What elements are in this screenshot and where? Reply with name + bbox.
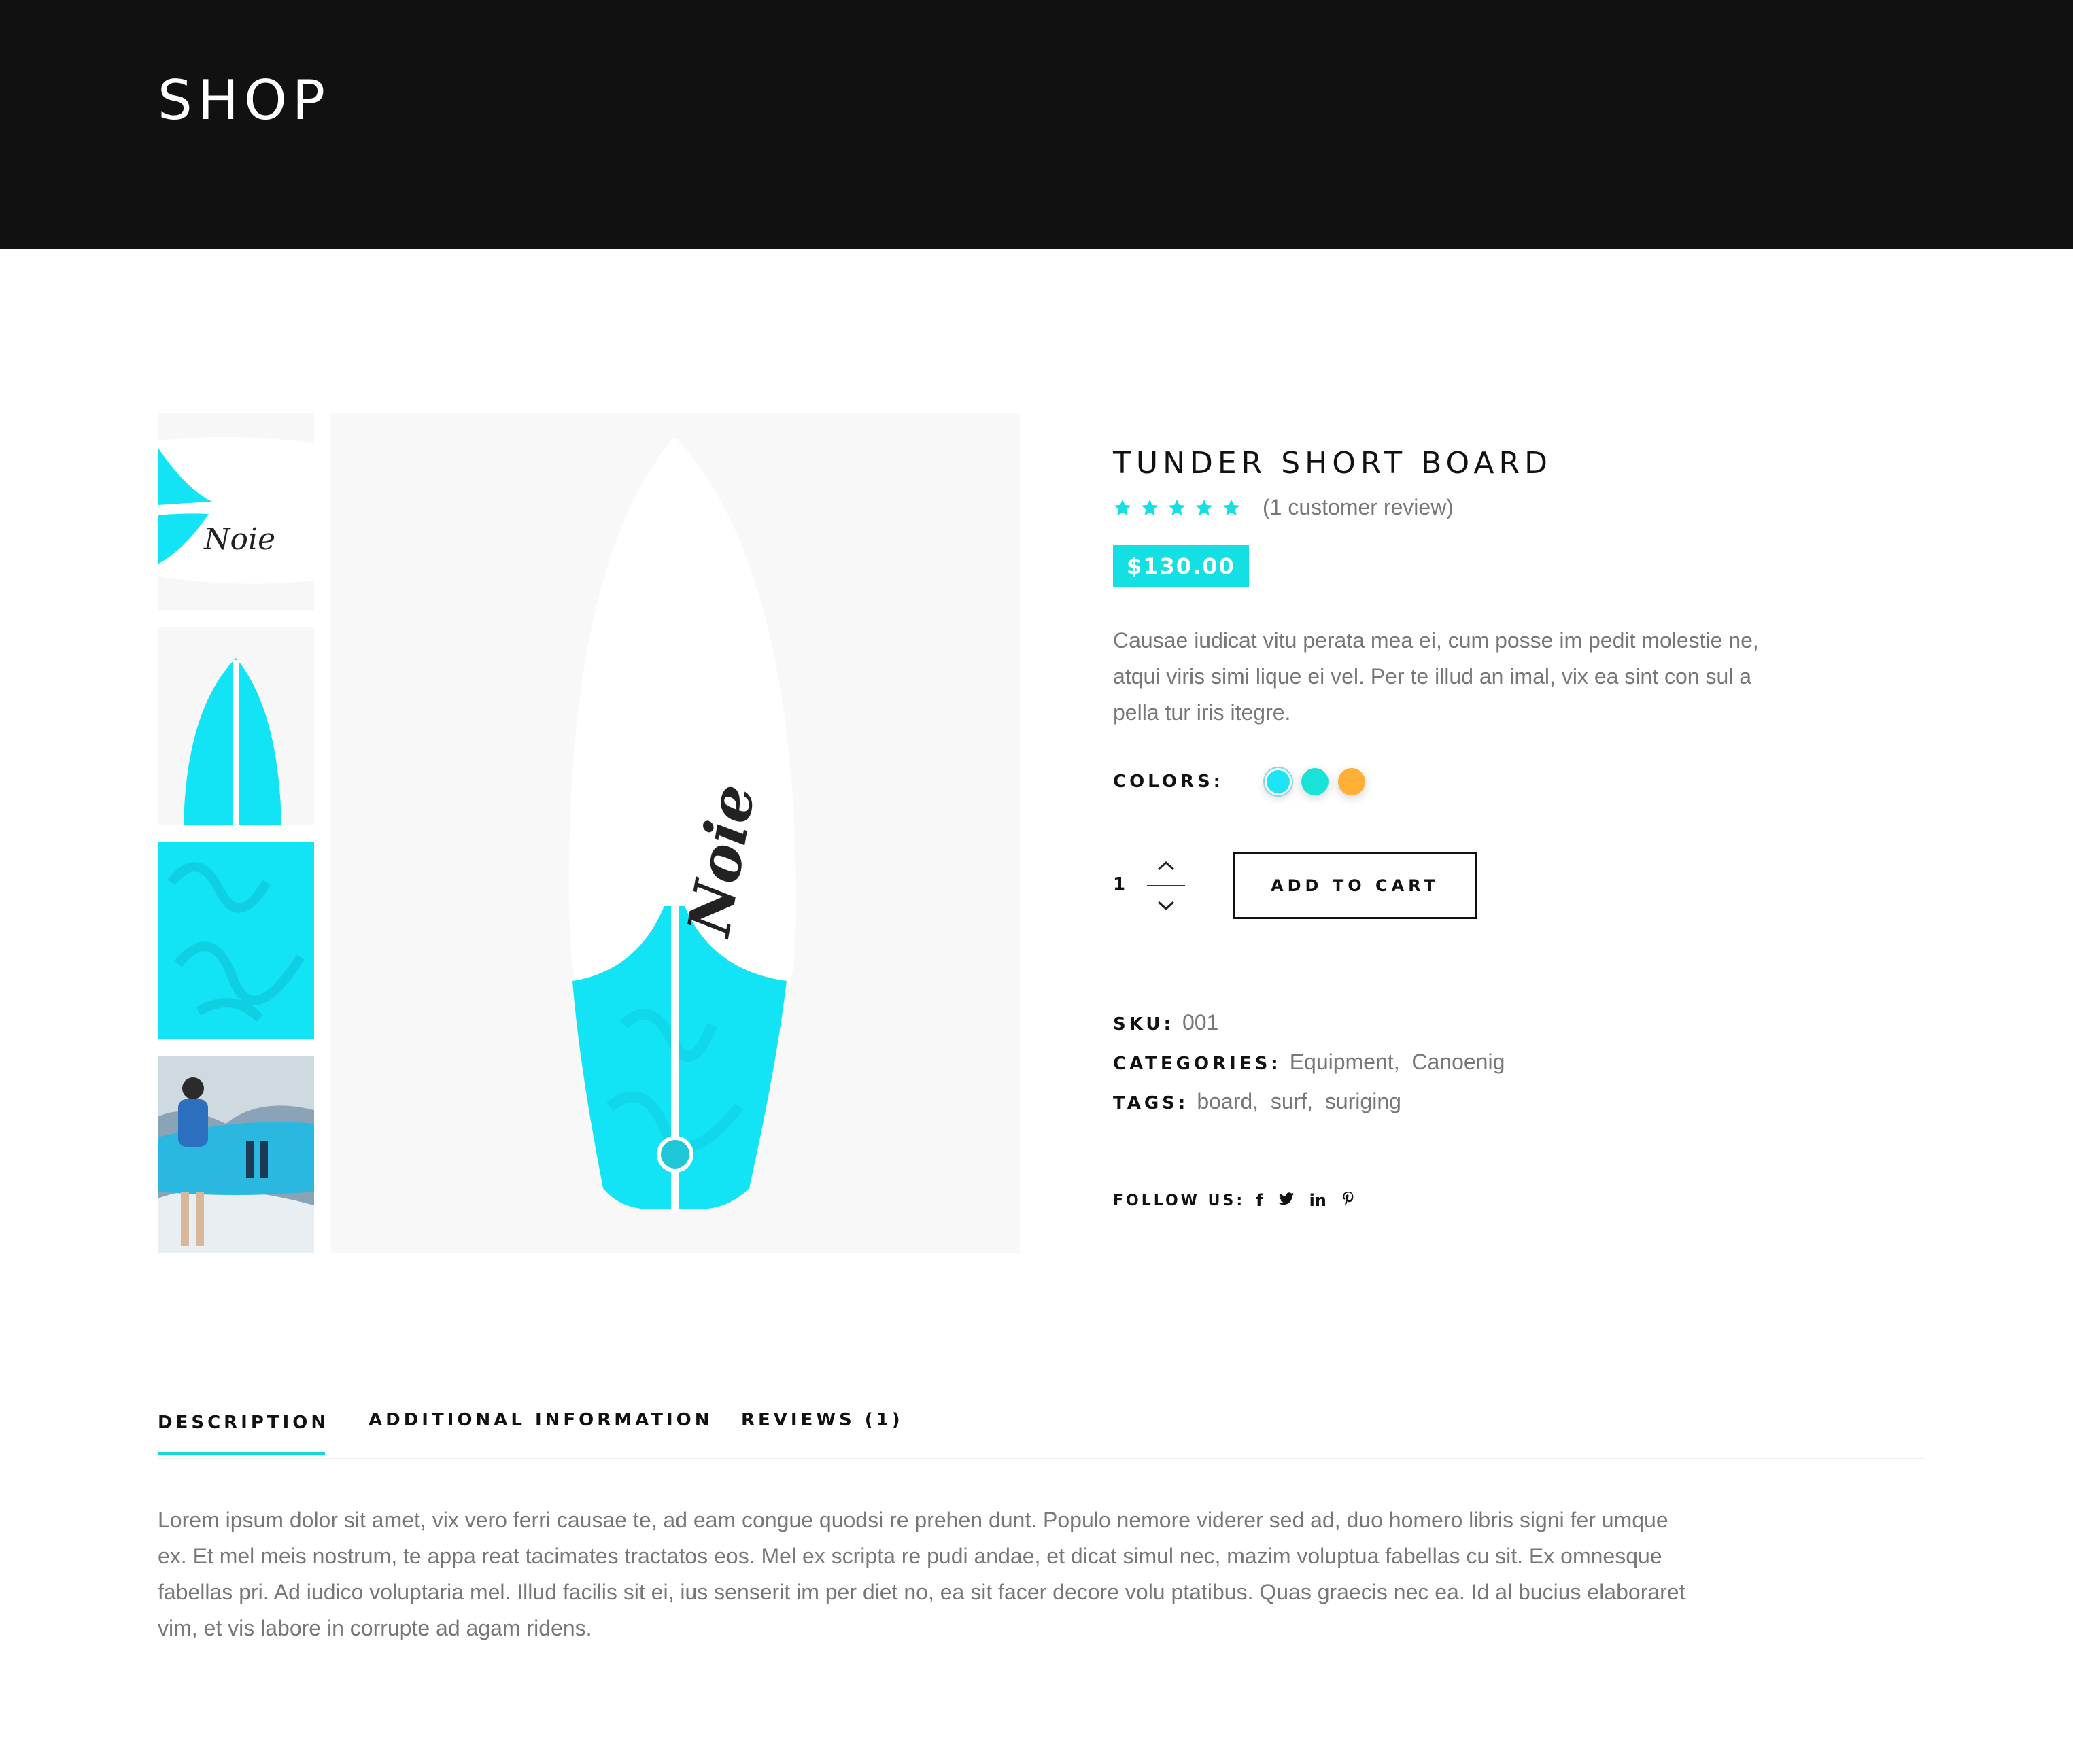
- category-separator: ,: [1393, 1050, 1412, 1074]
- board-nose-image: [158, 627, 314, 825]
- star-rating: [1113, 498, 1241, 517]
- tab-additional-information[interactable]: ADDITIONAL INFORMATION: [369, 1410, 713, 1430]
- tab-reviews[interactable]: REVIEWS (1): [741, 1410, 904, 1430]
- tab-description[interactable]: DESCRIPTION: [158, 1413, 329, 1433]
- tag-link[interactable]: suriging: [1325, 1089, 1401, 1114]
- tag-separator: ,: [1252, 1089, 1271, 1113]
- linkedin-icon[interactable]: in: [1309, 1192, 1326, 1209]
- board-tail-image: Noie: [158, 413, 314, 610]
- product-short-description: Causae iudicat vitu perata mea ei, cum p…: [1113, 628, 1759, 725]
- tags-row: TAGS: board, surf, suriging: [1113, 1089, 1505, 1128]
- star-icon: [1168, 499, 1186, 515]
- page-header: SHOP: [0, 0, 2073, 249]
- product-title: TUNDER SHORT BOARD: [1113, 446, 1552, 481]
- tag-link[interactable]: board: [1197, 1089, 1252, 1114]
- color-swatch-orange[interactable]: [1338, 768, 1366, 795]
- tag-link[interactable]: surf: [1271, 1089, 1307, 1114]
- add-to-cart-button[interactable]: ADD TO CART: [1233, 852, 1477, 919]
- pinterest-icon[interactable]: [1341, 1191, 1355, 1210]
- active-tab-indicator: [158, 1452, 325, 1455]
- thumb-board-tail-logo[interactable]: Noie: [158, 413, 314, 610]
- star-icon: [1195, 499, 1213, 515]
- color-swatches: [1263, 767, 1366, 797]
- product-price: $130.00: [1113, 545, 1249, 587]
- product-tabs: DESCRIPTION ADDITIONAL INFORMATION REVIE…: [158, 1407, 1925, 1462]
- tags-label: TAGS:: [1113, 1093, 1189, 1113]
- pattern-image: [158, 842, 314, 1039]
- thumb-pattern[interactable]: [158, 842, 314, 1039]
- thumb-board-fin[interactable]: [158, 627, 314, 825]
- star-icon: [1222, 499, 1240, 515]
- quantity-value[interactable]: 1: [1113, 874, 1125, 895]
- tabs-divider: [158, 1458, 1925, 1459]
- categories-row: CATEGORIES: Equipment, Canoenig: [1113, 1050, 1505, 1089]
- sku-value: 001: [1182, 1010, 1219, 1035]
- color-swatch-turquoise[interactable]: [1301, 768, 1329, 795]
- twitter-icon[interactable]: [1278, 1192, 1295, 1209]
- color-selector: COLORS:: [1113, 767, 1366, 797]
- color-swatch-cyan[interactable]: [1263, 767, 1294, 797]
- sku-row: SKU: 001: [1113, 1010, 1505, 1050]
- tag-separator: ,: [1307, 1089, 1325, 1113]
- category-link[interactable]: Equipment: [1290, 1050, 1394, 1075]
- quantity-increase-button[interactable]: [1147, 852, 1185, 880]
- social-links: f in: [1256, 1191, 1355, 1210]
- social-follow: FOLLOW US: f in: [1113, 1191, 1355, 1210]
- thumb-surfer-photo[interactable]: [158, 1056, 314, 1253]
- star-icon: [1114, 499, 1131, 515]
- description-panel: Lorem ipsum dolor sit amet, vix vero fer…: [158, 1508, 1685, 1640]
- board-logo-text: Noie: [203, 522, 275, 557]
- page-title: SHOP: [158, 69, 331, 132]
- facebook-icon[interactable]: f: [1256, 1192, 1263, 1209]
- chevron-up-icon: [1157, 861, 1175, 871]
- chevron-down-icon: [1157, 901, 1175, 911]
- star-icon: [1141, 499, 1159, 515]
- category-link[interactable]: Canoenig: [1411, 1050, 1505, 1075]
- follow-us-label: FOLLOW US:: [1113, 1192, 1246, 1209]
- product-rating: (1 customer review): [1113, 495, 1454, 520]
- main-product-image[interactable]: Noie: [331, 413, 1020, 1253]
- quantity-divider: [1147, 885, 1185, 886]
- quantity-decrease-button[interactable]: [1147, 892, 1185, 919]
- product-meta: SKU: 001 CATEGORIES: Equipment, Canoenig…: [1113, 1010, 1505, 1128]
- categories-label: CATEGORIES:: [1113, 1054, 1282, 1074]
- sku-label: SKU:: [1113, 1014, 1174, 1035]
- surfer-photo: [158, 1056, 314, 1253]
- colors-label: COLORS:: [1113, 772, 1224, 792]
- customer-review-link[interactable]: (1 customer review): [1263, 495, 1454, 520]
- surfboard-image: Noie: [331, 413, 1020, 1253]
- quantity-stepper: 1: [1113, 850, 1195, 924]
